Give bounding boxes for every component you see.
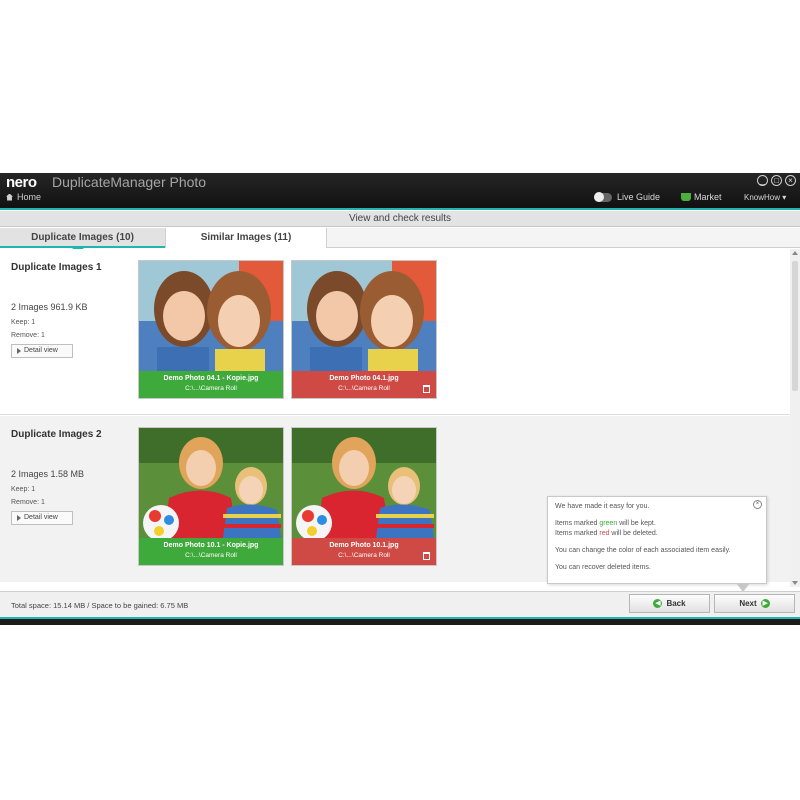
group-size: 2 Images 1.58 MB — [11, 469, 85, 479]
tooltip-heading: We have made it easy for you. — [555, 503, 650, 510]
image-card-keep[interactable]: Demo Photo 04.1 - Kopie.jpg C:\...\Camer… — [138, 260, 284, 399]
nero-logo: nero — [6, 174, 37, 191]
toggle-switch-icon — [594, 191, 612, 202]
scroll-thumb[interactable] — [792, 261, 798, 391]
image-card-delete[interactable]: Demo Photo 04.1.jpg C:\...\Camera Roll — [291, 260, 437, 399]
image-card-keep[interactable]: Demo Photo 10.1 - Kopie.jpg C:\...\Camer… — [138, 427, 284, 566]
app-window: nero DuplicateManager Photo _ □ × Home L… — [0, 173, 800, 625]
photo-thumbnail[interactable] — [139, 261, 283, 371]
title-bar: nero DuplicateManager Photo _ □ × Home L… — [0, 173, 800, 208]
file-name: Demo Photo 04.1.jpg — [329, 375, 399, 382]
file-name: Demo Photo 10.1 - Kopie.jpg — [163, 542, 259, 549]
close-icon[interactable]: × — [753, 500, 762, 509]
file-name: Demo Photo 04.1 - Kopie.jpg — [163, 375, 259, 382]
back-button[interactable]: ◀ Back — [629, 594, 710, 613]
file-path: C:\...\Camera Roll — [185, 385, 237, 392]
caption-keep: Demo Photo 04.1 - Kopie.jpg C:\...\Camer… — [139, 371, 283, 398]
bottom-border — [0, 617, 800, 625]
tooltip-line-keep: Items marked green will be kept. — [555, 519, 759, 529]
status-bar: Total space: 15.14 MB / Space to be gain… — [0, 591, 800, 617]
live-guide-toggle[interactable]: Live Guide — [594, 191, 661, 202]
home-icon — [6, 193, 13, 201]
tooltip-keyword-green: green — [599, 520, 618, 527]
detail-view-button[interactable]: Detail view — [11, 511, 73, 525]
scroll-down-icon[interactable] — [792, 581, 798, 585]
group-title: Duplicate Images 2 — [11, 429, 102, 440]
help-tooltip: × We have made it easy for you. Items ma… — [547, 496, 767, 592]
tooltip-text: will be kept. — [617, 520, 656, 527]
space-summary: Total space: 15.14 MB / Space to be gain… — [11, 601, 189, 610]
arrow-right-icon: ▶ — [760, 599, 770, 608]
page-title: View and check results — [0, 211, 800, 227]
caption-delete: Demo Photo 04.1.jpg C:\...\Camera Roll — [292, 371, 436, 398]
market-label: Market — [694, 192, 722, 202]
market-link[interactable]: Market — [681, 192, 722, 202]
photo-thumbnail[interactable] — [139, 428, 283, 538]
tooltip-keyword-red: red — [599, 530, 610, 537]
live-guide-label: Live Guide — [617, 192, 661, 202]
tooltip-line-recover: You can recover deleted items. — [555, 564, 651, 571]
close-button[interactable]: × — [785, 175, 796, 186]
next-button[interactable]: Next ▶ — [714, 594, 795, 613]
tooltip-text: Items marked — [555, 530, 600, 537]
back-label: Back — [666, 599, 686, 608]
tooltip-line-delete: Items marked red will be deleted. — [555, 529, 759, 539]
window-controls: _ □ × — [757, 175, 796, 186]
group-size: 2 Images 961.9 KB — [11, 302, 88, 312]
tab-similar-images[interactable]: Similar Images (11) — [165, 228, 327, 248]
remove-count: Remove: 1 — [11, 499, 45, 506]
keep-count: Keep: 1 — [11, 319, 36, 326]
file-name: Demo Photo 10.1.jpg — [329, 542, 399, 549]
arrow-left-icon: ◀ — [653, 599, 663, 608]
detail-view-button[interactable]: Detail view — [11, 344, 73, 358]
accent-divider — [0, 208, 800, 210]
tooltip-line-change: You can change the color of each associa… — [555, 547, 731, 554]
photo-thumbnail[interactable] — [292, 428, 436, 538]
file-path: C:\...\Camera Roll — [338, 385, 390, 392]
minimize-button[interactable]: _ — [757, 175, 768, 186]
photo-thumbnail[interactable] — [292, 261, 436, 371]
basket-icon — [681, 193, 691, 201]
product-name: DuplicateManager Photo — [52, 174, 207, 190]
knowhow-menu[interactable]: KnowHow ▾ — [744, 193, 786, 202]
trash-icon[interactable] — [423, 552, 430, 560]
caption-delete: Demo Photo 10.1.jpg C:\...\Camera Roll — [292, 538, 436, 565]
tab-bar: Duplicate Images (10) Similar Images (11… — [0, 228, 800, 253]
keep-count: Keep: 1 — [11, 486, 36, 493]
trash-icon[interactable] — [423, 385, 430, 393]
group-title: Duplicate Images 1 — [11, 262, 102, 273]
next-label: Next — [739, 599, 757, 608]
home-link[interactable]: Home — [6, 192, 41, 202]
caption-keep: Demo Photo 10.1 - Kopie.jpg C:\...\Camer… — [139, 538, 283, 565]
vertical-scrollbar[interactable] — [790, 249, 800, 587]
remove-count: Remove: 1 — [11, 332, 45, 339]
tooltip-text: Items marked — [555, 520, 600, 527]
image-card-delete[interactable]: Demo Photo 10.1.jpg C:\...\Camera Roll — [291, 427, 437, 566]
file-path: C:\...\Camera Roll — [338, 552, 390, 559]
tab-duplicate-images[interactable]: Duplicate Images (10) — [0, 228, 165, 253]
file-path: C:\...\Camera Roll — [185, 552, 237, 559]
tooltip-text: will be deleted. — [609, 530, 658, 537]
maximize-button[interactable]: □ — [771, 175, 782, 186]
duplicate-group: Duplicate Images 1 2 Images 961.9 KB Kee… — [0, 249, 790, 415]
home-label: Home — [17, 192, 42, 202]
scroll-up-icon[interactable] — [792, 251, 798, 255]
